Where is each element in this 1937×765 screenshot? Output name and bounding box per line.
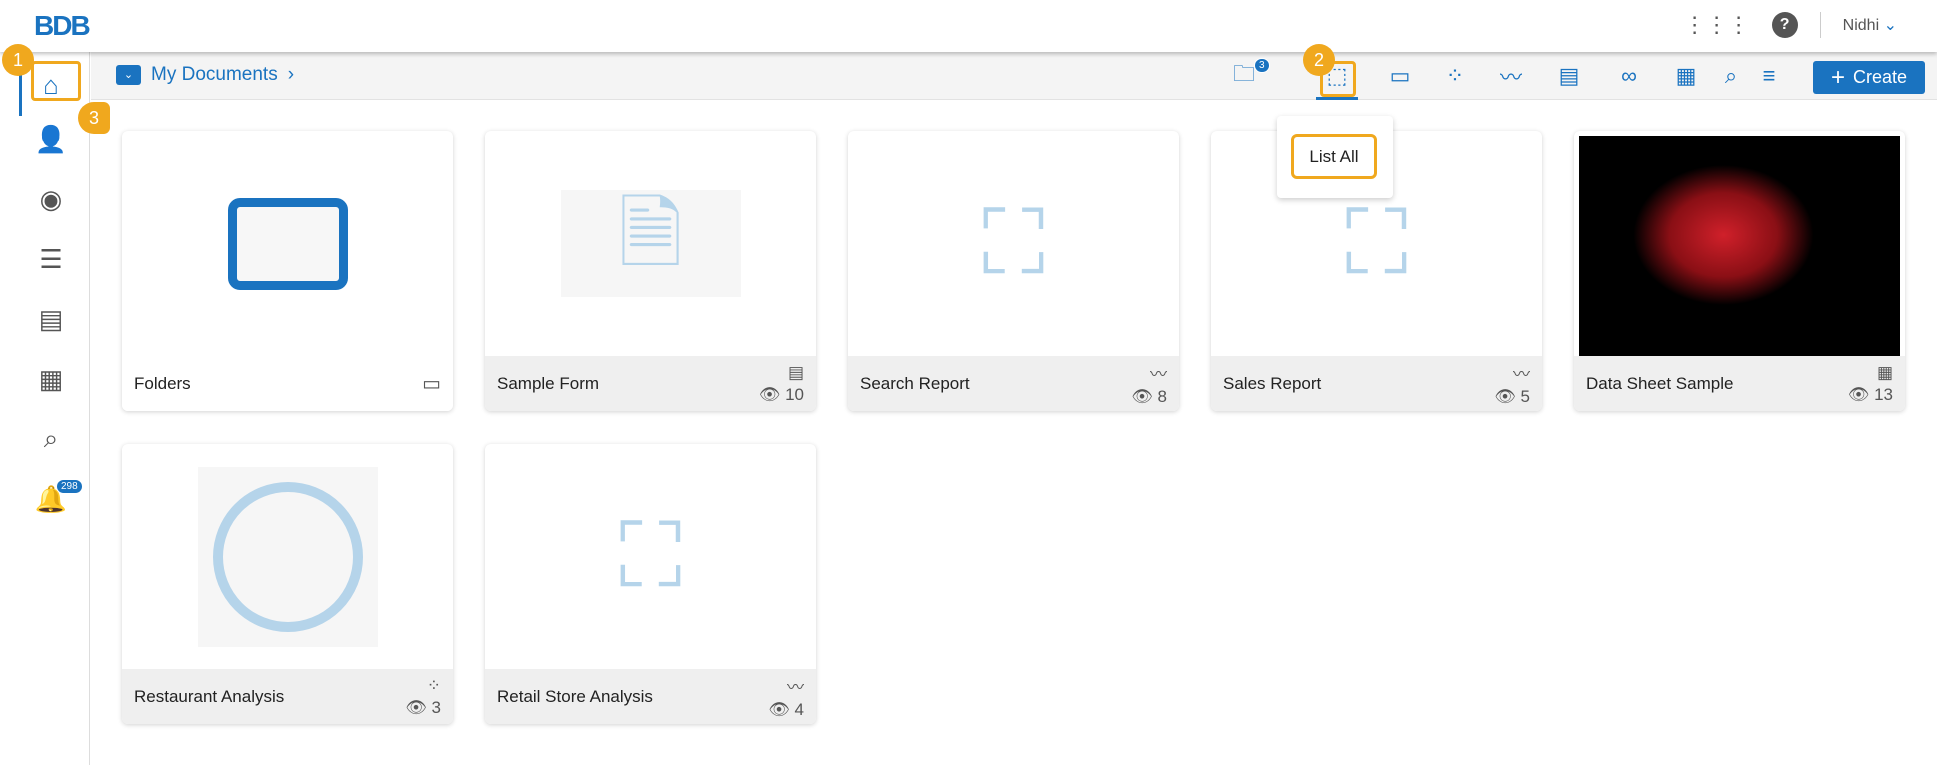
views-value: 10	[785, 384, 804, 404]
folder-filter-icon[interactable]: ▭	[1385, 62, 1415, 90]
bdb-logo[interactable]: BDB	[34, 10, 91, 42]
presenter-icon[interactable]: ▤	[34, 302, 68, 336]
shared-count-badge: 3	[1254, 58, 1270, 73]
views-value: 3	[431, 697, 441, 717]
user-name: Nidhi	[1842, 17, 1880, 34]
top-header: BDB ⋮⋮⋮ ? Nidhi ⌄	[0, 0, 1937, 52]
views-value: 13	[1874, 384, 1893, 404]
report-type-icon: 〰	[1513, 365, 1530, 384]
card-sample-form[interactable]: 🗎 Sample Form ▤ 👁 10	[485, 131, 816, 411]
datasheet-filter-icon[interactable]: ▦	[1671, 62, 1701, 90]
create-label: Create	[1852, 67, 1908, 87]
chevron-right-icon: ›	[287, 64, 295, 85]
breadcrumb[interactable]: ⌄ My Documents ›	[116, 64, 294, 86]
report-thumbnail-icon: ⛶	[619, 505, 682, 606]
user-security-icon[interactable]: ◉	[34, 182, 68, 216]
report-type-icon: 〰	[1150, 365, 1167, 384]
toolbar: ⌄ My Documents › 🗀 3 ⬚ ▭ ⁘ 〰 ▤ ∞ ▦ ⌕ ≡ +…	[91, 52, 1937, 100]
view-count: 👁 13	[1847, 384, 1893, 404]
highlight-home	[31, 61, 81, 101]
chevron-down-icon: ⌄	[1883, 17, 1897, 34]
form-thumbnail-icon: 🗎	[560, 189, 741, 297]
data-catalog-icon[interactable]: ▦	[34, 362, 68, 396]
card-folders[interactable]: Folders ▭	[122, 131, 453, 411]
sort-icon[interactable]: ≡	[1754, 62, 1784, 90]
active-filter-underline	[1316, 97, 1358, 100]
notification-badge: 298	[56, 479, 83, 494]
active-indicator	[19, 74, 22, 116]
annotation-badge-2: 2	[1303, 44, 1335, 76]
help-icon[interactable]: ?	[1771, 12, 1798, 38]
pie-chart-thumbnail-icon	[197, 466, 378, 647]
form-type-icon: ▤	[787, 362, 804, 382]
plus-icon: +	[1830, 63, 1845, 91]
view-count: 👁 3	[405, 697, 441, 717]
card-title: Search Report	[860, 373, 970, 393]
form-filter-icon[interactable]: ▤	[1554, 62, 1584, 90]
view-count: 👁 5	[1494, 387, 1530, 406]
card-search-report[interactable]: ⛶ Search Report 〰 👁 8	[848, 131, 1179, 411]
views-value: 4	[794, 700, 804, 719]
report-thumbnail-icon: ⛶	[1345, 192, 1408, 293]
views-value: 5	[1520, 387, 1530, 406]
list-all-option[interactable]: List All	[1291, 134, 1377, 179]
folder-type-icon: ▭	[422, 373, 441, 395]
card-title: Sales Report	[1223, 373, 1322, 393]
search-icon[interactable]: ⌕	[1716, 62, 1746, 90]
user-menu[interactable]: Nidhi ⌄	[1843, 15, 1897, 35]
dashboard-filter-icon[interactable]: ⁘	[1440, 62, 1470, 90]
link-filter-icon[interactable]: ∞	[1614, 62, 1644, 90]
card-title: Sample Form	[497, 373, 600, 393]
filter-popup: List All	[1277, 116, 1393, 198]
view-count: 👁 4	[768, 700, 804, 719]
data-connector-icon[interactable]: ☰	[34, 242, 68, 276]
card-data-sheet-sample[interactable]: Data Sheet Sample ▦ 👁 13	[1574, 131, 1905, 411]
report-filter-icon[interactable]: 〰	[1496, 62, 1526, 90]
card-title: Retail Store Analysis	[497, 686, 653, 706]
views-value: 8	[1157, 387, 1167, 406]
dashboard-type-icon: ⁘	[426, 675, 441, 695]
card-title: Folders	[134, 373, 191, 393]
annotation-badge-1: 1	[2, 44, 34, 76]
report-type-icon: 〰	[787, 678, 804, 697]
card-title: Restaurant Analysis	[134, 686, 285, 706]
card-title: Data Sheet Sample	[1586, 373, 1734, 393]
create-button[interactable]: + Create	[1813, 61, 1925, 94]
apps-grid-icon[interactable]: ⋮⋮⋮	[1684, 12, 1750, 38]
data-search-icon[interactable]: ⌕	[34, 422, 68, 456]
breadcrumb-my-documents[interactable]: My Documents	[151, 64, 278, 86]
card-retail-store-analysis[interactable]: ⛶ Retail Store Analysis 〰 👁 4	[485, 444, 816, 724]
divider	[1819, 12, 1821, 38]
datasheet-type-icon: ▦	[1876, 362, 1893, 382]
report-thumbnail-icon: ⛶	[982, 192, 1045, 293]
view-count: 👁 8	[1131, 387, 1167, 406]
user-settings-icon[interactable]: 👤	[34, 122, 68, 156]
annotation-badge-3: 3	[78, 102, 110, 134]
folder-icon	[227, 197, 348, 290]
rose-image	[1579, 136, 1900, 356]
folder-dropdown-icon[interactable]: ⌄	[116, 65, 141, 85]
view-count: 👁 10	[758, 384, 804, 404]
sidebar: ⌂ 👤 ◉ ☰ ▤ ▦ ⌕ 🔔 298	[0, 52, 90, 765]
card-restaurant-analysis[interactable]: Restaurant Analysis ⁘ 👁 3	[122, 444, 453, 724]
